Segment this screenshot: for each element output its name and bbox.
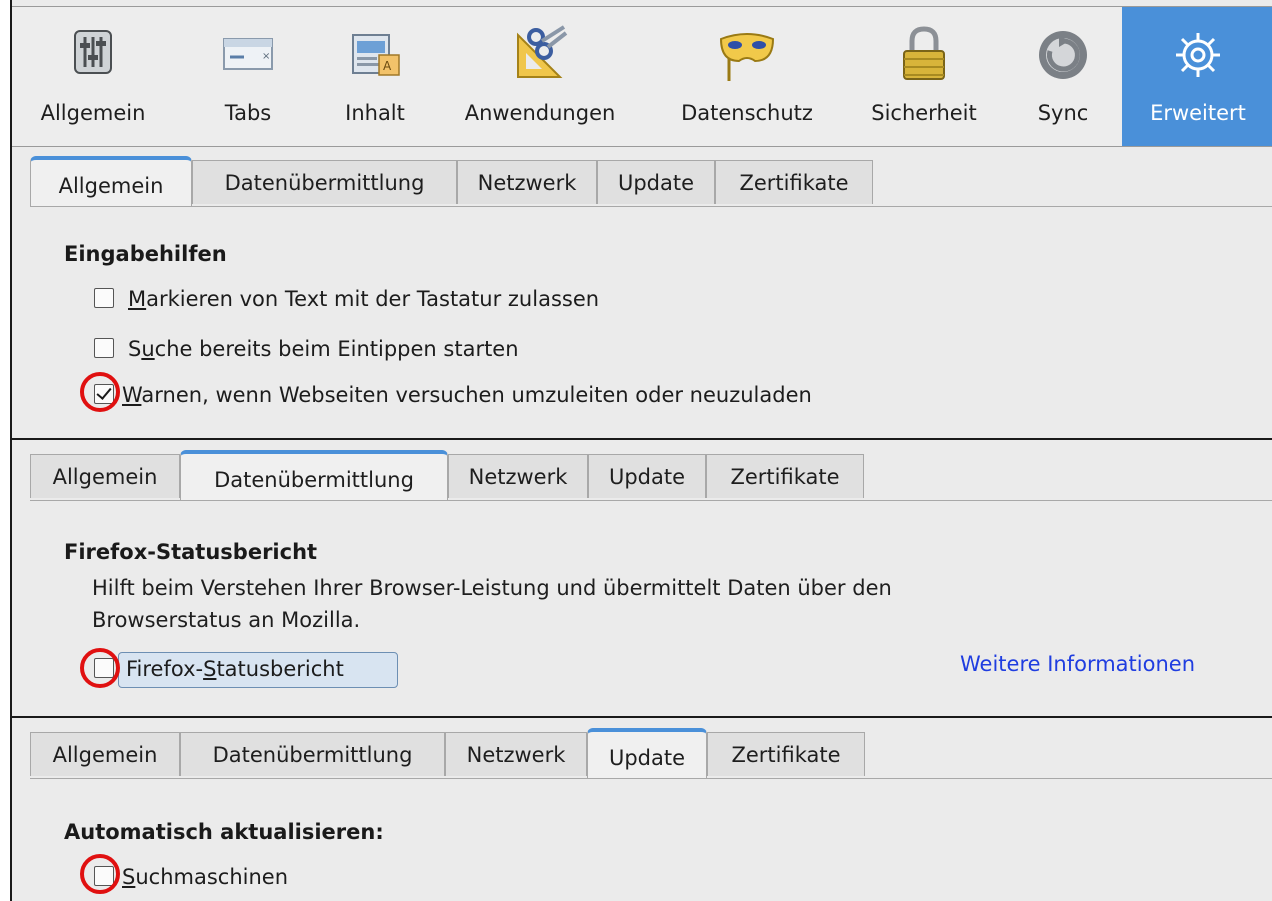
tab-baseline <box>30 500 1272 501</box>
section-description: Hilft beim Verstehen Ihrer Browser-Leist… <box>92 572 892 636</box>
tab-baseline <box>30 206 1272 207</box>
preferences-toolbar: Allgemein × Tabs A Inhalt Anwendungen Da… <box>12 6 1272 147</box>
checkbox[interactable] <box>94 866 114 886</box>
option-select-text-keyboard[interactable]: Markieren von Text mit der Tastatur zula… <box>94 284 794 314</box>
tab-datenuebermittlung[interactable]: Datenübermittlung <box>180 732 445 776</box>
toolbar-item-anwendungen[interactable]: Anwendungen <box>444 7 636 147</box>
section-allgemein: Allgemein Datenübermittlung Netzwerk Upd… <box>12 148 1272 438</box>
applications-icon <box>517 25 568 78</box>
content-icon: A <box>352 34 400 76</box>
tab-baseline <box>30 778 1272 779</box>
gear-icon <box>1176 33 1220 77</box>
svg-text:A: A <box>383 59 392 73</box>
option-label: Warnen, wenn Webseiten versuchen umzulei… <box>122 383 812 407</box>
tab-bar: Allgemein Datenübermittlung Netzwerk Upd… <box>30 450 1260 500</box>
toolbar-item-sync[interactable]: Sync <box>1018 7 1108 147</box>
tab-zertifikate[interactable]: Zertifikate <box>706 454 864 498</box>
checkbox-checked[interactable] <box>94 384 114 404</box>
section-heading: Automatisch aktualisieren: <box>64 820 384 844</box>
section-datenuebermittlung: Allgemein Datenübermittlung Netzwerk Upd… <box>12 440 1272 716</box>
checkbox[interactable] <box>94 338 114 358</box>
svg-text:×: × <box>262 51 270 62</box>
tab-update[interactable]: Update <box>587 728 707 778</box>
privacy-mask-icon <box>719 33 775 81</box>
tab-bar: Allgemein Datenübermittlung Netzwerk Upd… <box>30 156 1260 206</box>
checkbox[interactable] <box>94 288 114 308</box>
toolbar-item-inhalt[interactable]: A Inhalt <box>330 7 420 147</box>
description-line: Browserstatus an Mozilla. <box>92 608 361 632</box>
checkbox[interactable] <box>94 658 114 678</box>
tab-update[interactable]: Update <box>597 160 715 204</box>
tab-allgemein[interactable]: Allgemein <box>30 454 180 498</box>
tab-update[interactable]: Update <box>588 454 706 498</box>
toolbar-item-sicherheit[interactable]: Sicherheit <box>856 7 992 147</box>
toolbar-label: Allgemein <box>40 101 146 125</box>
option-health-report[interactable]: Firefox-Statusbericht <box>94 654 404 684</box>
toolbar-label: Tabs <box>224 101 272 125</box>
option-label: Suche bereits beim Eintippen starten <box>128 337 519 361</box>
tab-allgemein[interactable]: Allgemein <box>30 732 180 776</box>
tab-zertifikate[interactable]: Zertifikate <box>715 160 873 204</box>
section-update: Allgemein Datenübermittlung Netzwerk Upd… <box>12 718 1272 901</box>
section-heading: Eingabehilfen <box>64 242 227 266</box>
tab-netzwerk[interactable]: Netzwerk <box>457 160 597 204</box>
toolbar-label: Inhalt <box>345 101 405 125</box>
sync-icon <box>1039 31 1087 79</box>
section-heading: Firefox-Statusbericht <box>64 540 318 564</box>
option-warn-redirect[interactable]: Warnen, wenn Webseiten versuchen umzulei… <box>94 380 994 410</box>
tab-zertifikate[interactable]: Zertifikate <box>707 732 865 776</box>
toolbar-item-tabs[interactable]: × Tabs <box>208 7 288 147</box>
toolbar-separator <box>12 146 1272 147</box>
toolbar-label: Sync <box>1037 101 1089 125</box>
tabs-icon: × <box>223 38 273 70</box>
toolbar-item-erweitert[interactable]: Erweitert <box>1122 7 1272 147</box>
tab-allgemein[interactable]: Allgemein <box>30 156 192 206</box>
option-label: Suchmaschinen <box>122 865 289 889</box>
sliders-icon <box>74 30 112 74</box>
toolbar-label: Datenschutz <box>681 101 813 125</box>
tab-netzwerk[interactable]: Netzwerk <box>445 732 587 776</box>
option-label: Markieren von Text mit der Tastatur zula… <box>128 287 600 311</box>
tab-datenuebermittlung[interactable]: Datenübermittlung <box>180 450 448 500</box>
toolbar-label: Erweitert <box>1150 101 1246 125</box>
tab-netzwerk[interactable]: Netzwerk <box>448 454 588 498</box>
tab-bar: Allgemein Datenübermittlung Netzwerk Upd… <box>30 728 1260 778</box>
toolbar-label: Anwendungen <box>464 101 616 125</box>
option-label: Firefox-Statusbericht <box>126 657 344 681</box>
preferences-window: Allgemein × Tabs A Inhalt Anwendungen Da… <box>10 0 1272 901</box>
option-search-while-typing[interactable]: Suche bereits beim Eintippen starten <box>94 334 794 364</box>
toolbar-item-allgemein[interactable]: Allgemein <box>28 7 158 147</box>
padlock-icon <box>903 26 945 80</box>
tab-datenuebermittlung[interactable]: Datenübermittlung <box>192 160 457 204</box>
toolbar-item-datenschutz[interactable]: Datenschutz <box>658 7 836 147</box>
more-info-link[interactable]: Weitere Informationen <box>960 652 1195 676</box>
option-search-engines[interactable]: Suchmaschinen <box>94 862 394 892</box>
description-line: Hilft beim Verstehen Ihrer Browser-Leist… <box>92 576 892 600</box>
toolbar-label: Sicherheit <box>871 101 977 125</box>
